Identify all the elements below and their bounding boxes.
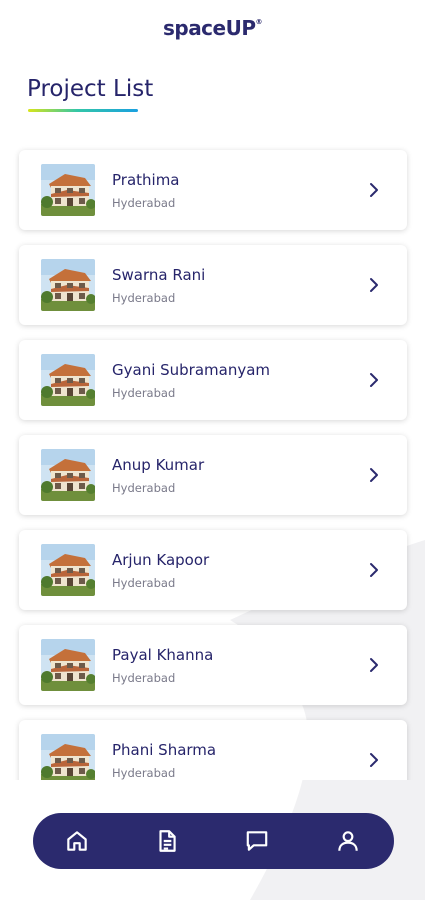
- project-city: Hyderabad: [112, 576, 176, 590]
- project-name: Phani Sharma: [112, 741, 217, 759]
- project-city: Hyderabad: [112, 671, 176, 685]
- nav-messages[interactable]: [244, 828, 270, 854]
- project-thumbnail: [41, 259, 95, 311]
- project-list: Prathima Hyderabad Swarna Rani Hyderabad…: [19, 150, 407, 780]
- project-thumbnail: [41, 449, 95, 501]
- profile-icon: [338, 831, 358, 851]
- project-thumbnail: [41, 544, 95, 596]
- chevron-right-icon: [370, 373, 378, 387]
- project-card[interactable]: Arjun Kapoor Hyderabad: [19, 530, 407, 610]
- chevron-right-icon: [370, 183, 378, 197]
- nav-documents[interactable]: [154, 828, 180, 854]
- project-city: Hyderabad: [112, 481, 176, 495]
- chevron-right-icon: [370, 658, 378, 672]
- project-name: Swarna Rani: [112, 266, 206, 284]
- project-card[interactable]: Phani Sharma Hyderabad: [19, 720, 407, 780]
- nav-profile[interactable]: [335, 828, 361, 854]
- chevron-right-icon: [370, 468, 378, 482]
- nav-home[interactable]: [64, 828, 90, 854]
- chevron-right-icon: [370, 563, 378, 577]
- house-image: [41, 164, 95, 216]
- project-name: Anup Kumar: [112, 456, 205, 474]
- title-underline: [28, 109, 138, 112]
- house-image: [41, 449, 95, 501]
- app-logo-text: spaceUP: [162, 16, 256, 40]
- app-screen: spaceUP® Project List Prathima Hyderabad…: [0, 0, 425, 900]
- house-image: [41, 544, 95, 596]
- project-name: Payal Khanna: [112, 646, 214, 664]
- registered-mark: ®: [255, 18, 263, 26]
- project-thumbnail: [41, 354, 95, 406]
- project-card[interactable]: Payal Khanna Hyderabad: [19, 625, 407, 705]
- house-image: [41, 734, 95, 780]
- project-city: Hyderabad: [112, 196, 176, 210]
- project-city: Hyderabad: [112, 291, 176, 305]
- project-card[interactable]: Prathima Hyderabad: [19, 150, 407, 230]
- app-logo: spaceUP®: [0, 16, 425, 40]
- project-name: Gyani Subramanyam: [112, 361, 271, 379]
- project-thumbnail: [41, 734, 95, 780]
- project-card[interactable]: Swarna Rani Hyderabad: [19, 245, 407, 325]
- document-icon: [159, 830, 176, 852]
- chevron-right-icon: [370, 278, 378, 292]
- project-list-viewport[interactable]: Prathima Hyderabad Swarna Rani Hyderabad…: [0, 140, 425, 780]
- project-name: Prathima: [112, 171, 180, 189]
- project-name: Arjun Kapoor: [112, 551, 210, 569]
- project-city: Hyderabad: [112, 386, 176, 400]
- house-image: [41, 354, 95, 406]
- page-title: Project List: [27, 76, 154, 102]
- project-city: Hyderabad: [112, 766, 176, 780]
- project-card[interactable]: Gyani Subramanyam Hyderabad: [19, 340, 407, 420]
- project-card[interactable]: Anup Kumar Hyderabad: [19, 435, 407, 515]
- chat-icon: [246, 831, 268, 851]
- project-thumbnail: [41, 164, 95, 216]
- house-image: [41, 639, 95, 691]
- chevron-right-icon: [370, 753, 378, 767]
- home-icon: [67, 831, 87, 851]
- bottom-nav-bar: [33, 813, 394, 869]
- house-image: [41, 259, 95, 311]
- project-thumbnail: [41, 639, 95, 691]
